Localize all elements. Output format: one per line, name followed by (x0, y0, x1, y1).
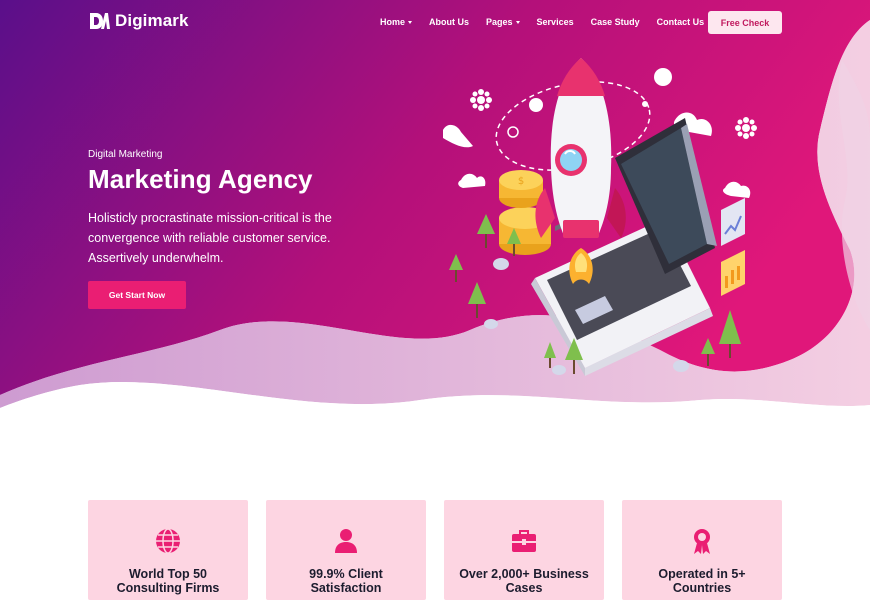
hero-illustration: $ (443, 58, 757, 376)
feature-card: Operated in 5+ Countries (622, 500, 782, 600)
free-check-button[interactable]: Free Check (708, 11, 782, 34)
user-icon (335, 529, 357, 553)
hero-content: Digital Marketing Marketing Agency Holis… (88, 149, 348, 309)
nav-item-about-us[interactable]: About Us (429, 17, 469, 27)
chevron-down-icon (408, 20, 413, 24)
nav-item-home[interactable]: Home (380, 17, 413, 27)
svg-text:$: $ (518, 176, 524, 187)
briefcase-icon (512, 530, 536, 552)
flower-icon (735, 117, 757, 139)
nav-item-label: About Us (429, 17, 470, 27)
award-icon (694, 529, 710, 554)
feature-label: Over 2,000+ Business Cases (459, 567, 589, 595)
navbar: Digimark Home About Us Pages Services Ca… (0, 0, 870, 46)
logo-mark-icon (90, 13, 110, 29)
get-start-now-button[interactable]: Get Start Now (88, 280, 186, 309)
feature-card: 99.9% Client Satisfaction (266, 500, 426, 600)
hero-title: Marketing Agency (88, 164, 313, 194)
nav-item-contact-us[interactable]: Contact Us (657, 17, 705, 27)
feature-card: World Top 50 Consulting Firms (88, 500, 248, 600)
hero-section: Digimark Home About Us Pages Services Ca… (0, 0, 870, 430)
nav-item-label: Contact Us (656, 17, 705, 27)
features-section: World Top 50 Consulting Firms 99.9% Clie… (88, 500, 782, 600)
brand-name: Digimark (115, 11, 189, 30)
hero-eyebrow: Digital Marketing (88, 149, 163, 160)
feature-label: World Top 50 Consulting Firms (116, 567, 220, 595)
nav-item-label: Pages (486, 17, 513, 27)
nav-item-label: Services (536, 17, 574, 27)
globe-icon (156, 528, 180, 554)
feature-label: Operated in 5+ Countries (658, 567, 746, 595)
brand-logo[interactable]: Digimark (88, 11, 189, 31)
nav-item-case-study[interactable]: Case Study (591, 17, 640, 27)
nav-item-services[interactable]: Services (537, 17, 574, 27)
feature-card: Over 2,000+ Business Cases (444, 500, 604, 600)
nav-item-label: Case Study (590, 17, 640, 27)
flower-icon (470, 89, 492, 111)
nav-item-label: Home (380, 17, 406, 27)
nav-item-pages[interactable]: Pages (486, 17, 520, 27)
chart-card-icon (721, 198, 745, 296)
hero-description: Holisticly procrastinate mission-critica… (88, 210, 332, 265)
chevron-down-icon (515, 20, 520, 24)
nav-menu: Home About Us Pages Services Case Study … (380, 17, 721, 27)
feature-label: 99.9% Client Satisfaction (309, 567, 383, 595)
